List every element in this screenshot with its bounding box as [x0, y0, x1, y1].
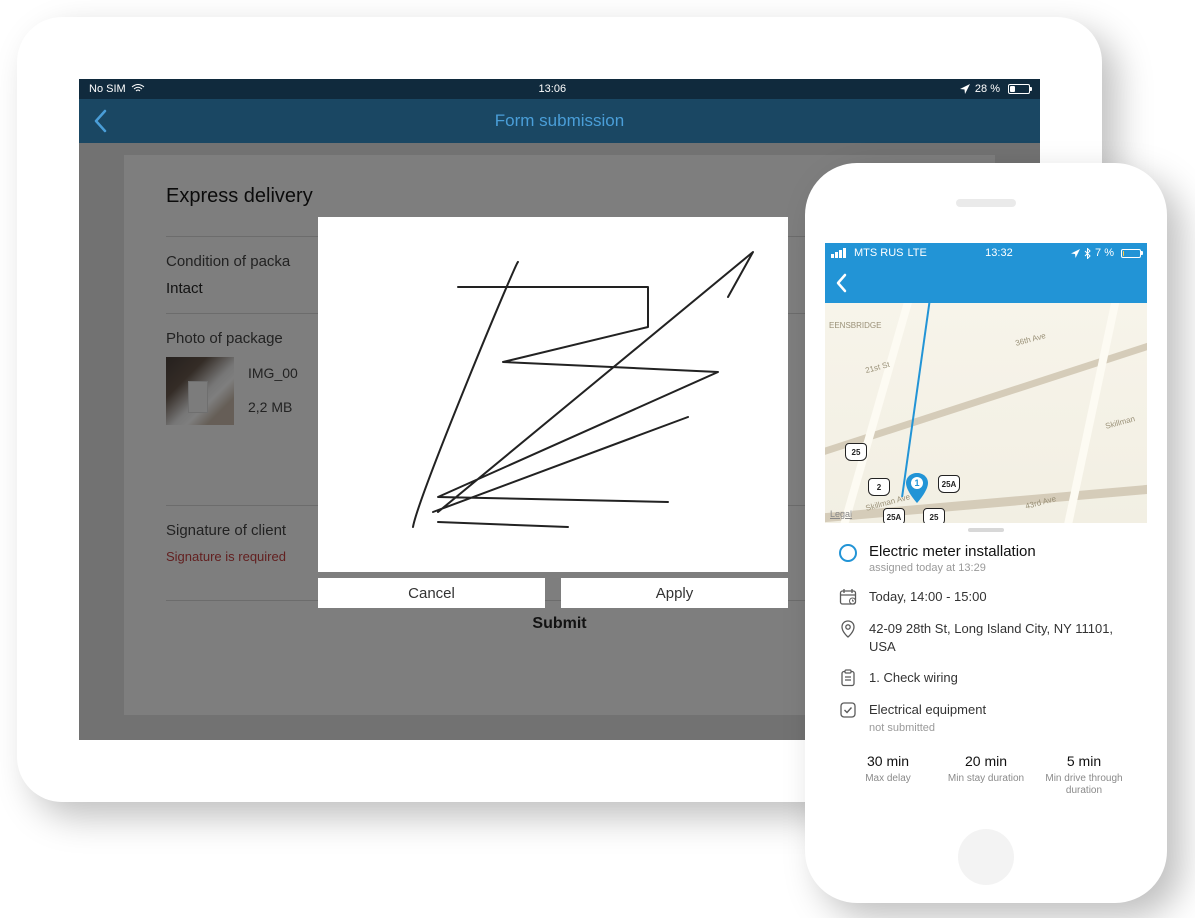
phone-home-button[interactable] [958, 829, 1014, 885]
sheet-drag-handle[interactable] [825, 523, 1147, 537]
signal-icon [831, 248, 846, 258]
tablet-status-bar: No SIM 13:06 28 % [79, 79, 1040, 99]
task-time: Today, 14:00 - 15:00 [869, 588, 987, 606]
phone-screen: MTS RUS LTE 13:32 7 % EENSBRIDGE 21st St… [825, 243, 1147, 823]
route-shield-icon: 25A [883, 508, 905, 523]
cancel-button[interactable]: Cancel [318, 578, 545, 608]
metric-value: 20 min [937, 753, 1035, 769]
phone-device: MTS RUS LTE 13:32 7 % EENSBRIDGE 21st St… [805, 163, 1167, 903]
task-checklist-item: 1. Check wiring [869, 669, 958, 687]
task-checklist-row[interactable]: 1. Check wiring [839, 669, 1133, 687]
location-arrow-icon [1071, 249, 1080, 258]
wifi-icon [131, 84, 145, 94]
metric-value: 30 min [839, 753, 937, 769]
tablet-nav-bar: Form submission [79, 99, 1040, 143]
task-equipment-row[interactable]: Electrical equipment not submitted [839, 701, 1133, 735]
task-time-row: Today, 14:00 - 15:00 [839, 588, 1133, 606]
sim-status: No SIM [89, 83, 126, 95]
battery-icon [1008, 84, 1030, 94]
map-route-line [901, 303, 931, 497]
metric-label: Min stay duration [937, 773, 1035, 785]
battery-icon [1121, 249, 1141, 258]
map-street-label: 36th Ave [1014, 331, 1046, 348]
task-title: Electric meter installation [869, 543, 1036, 560]
task-address: 42-09 28th St, Long Island City, NY 1110… [869, 620, 1133, 655]
phone-speaker [956, 199, 1016, 207]
carrier-name: MTS RUS [854, 247, 904, 259]
phone-battery-percent: 7 % [1095, 247, 1114, 259]
map-street-label: Skillman [1104, 414, 1136, 431]
map-street-label: EENSBRIDGE [829, 321, 881, 330]
phone-nav-bar [825, 263, 1147, 303]
apply-button[interactable]: Apply [561, 578, 788, 608]
map-pin-outline-icon [839, 620, 857, 638]
network-type: LTE [908, 247, 927, 259]
back-chevron-icon[interactable] [835, 273, 847, 293]
clipboard-icon [839, 669, 857, 687]
route-shield-icon: 25 [845, 443, 867, 461]
task-address-row[interactable]: 42-09 28th St, Long Island City, NY 1110… [839, 620, 1133, 655]
map-pin-icon[interactable]: 1 [906, 473, 928, 503]
task-assigned: assigned today at 13:29 [869, 562, 1036, 574]
task-status-ring-icon [839, 544, 857, 562]
task-equipment-title: Electrical equipment [869, 701, 986, 719]
route-shield-icon: 2 [868, 478, 890, 496]
route-shield-icon: 25A [938, 475, 960, 493]
location-arrow-icon [960, 84, 970, 94]
checkbox-icon [839, 701, 857, 719]
page-title: Form submission [79, 111, 1040, 131]
battery-percent: 28 % [975, 83, 1000, 95]
phone-status-bar: MTS RUS LTE 13:32 7 % [825, 243, 1147, 263]
map-view[interactable]: EENSBRIDGE 21st St 36th Ave Skillman Ski… [825, 303, 1147, 523]
task-panel: Electric meter installation assigned tod… [825, 537, 1147, 797]
task-metrics: 30 min Max delay 20 min Min stay duratio… [839, 753, 1133, 797]
metric-label: Min drive through duration [1035, 773, 1133, 797]
calendar-icon [839, 588, 857, 606]
map-legal-link[interactable]: Legal [830, 509, 852, 519]
phone-status-time: 13:32 [985, 247, 1013, 259]
signature-dialog: Cancel Apply [318, 217, 788, 608]
route-shield-icon: 25 [923, 508, 945, 523]
task-equipment-status: not submitted [869, 721, 986, 736]
metric-value: 5 min [1035, 753, 1133, 769]
svg-text:1: 1 [914, 478, 919, 488]
bluetooth-icon [1084, 248, 1091, 259]
status-time: 13:06 [539, 83, 567, 95]
metric-label: Max delay [839, 773, 937, 785]
signature-canvas[interactable] [318, 217, 788, 572]
